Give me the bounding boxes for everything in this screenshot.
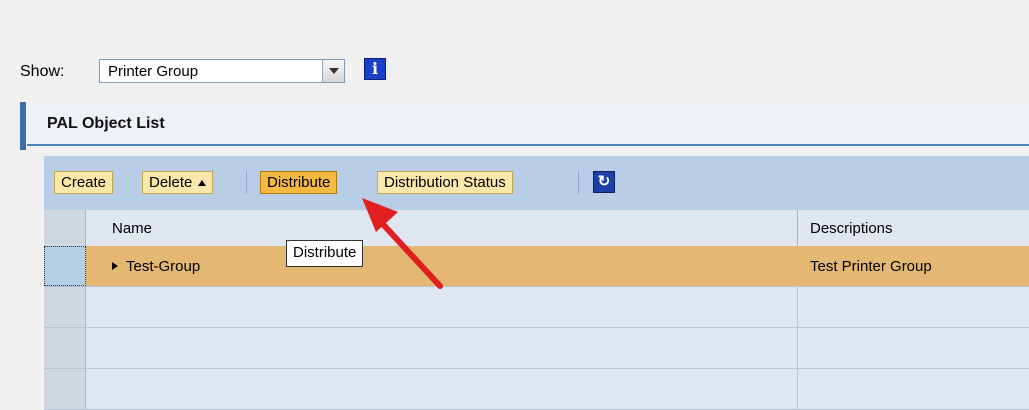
info-icon[interactable]: i xyxy=(364,58,386,80)
toolbar: Create Delete Distribute Distribution St… xyxy=(44,156,1029,210)
panel-title: PAL Object List xyxy=(47,115,165,132)
panel-accent xyxy=(20,102,26,150)
row-selector[interactable] xyxy=(44,369,86,409)
column-divider xyxy=(797,210,798,246)
row-name-cell[interactable]: Test-Group xyxy=(112,258,200,275)
column-divider xyxy=(797,369,798,410)
show-label: Show: xyxy=(20,63,65,80)
row-selector[interactable] xyxy=(44,246,86,286)
table-row[interactable] xyxy=(44,287,1029,328)
toolbar-separator xyxy=(246,171,247,194)
table-row[interactable] xyxy=(44,369,1029,410)
select-all-cell[interactable] xyxy=(44,210,86,246)
column-divider xyxy=(797,328,798,369)
create-button[interactable]: Create xyxy=(54,171,114,194)
create-button-label: Create xyxy=(61,174,107,191)
delete-button[interactable]: Delete xyxy=(142,171,214,194)
menu-triangle-icon xyxy=(198,180,207,186)
column-divider xyxy=(797,287,798,328)
column-header-descriptions[interactable]: Descriptions xyxy=(810,220,893,237)
show-select-value: Printer Group xyxy=(108,63,199,80)
chevron-down-icon[interactable] xyxy=(322,60,344,82)
row-selector[interactable] xyxy=(44,287,86,327)
table-header: Name Descriptions xyxy=(44,210,1029,247)
distribute-button[interactable]: Distribute xyxy=(260,171,338,194)
delete-button-label: Delete xyxy=(149,174,193,191)
distribute-button-label: Distribute xyxy=(267,174,331,191)
table-row[interactable] xyxy=(44,328,1029,369)
expand-icon[interactable] xyxy=(112,262,118,270)
row-selector[interactable] xyxy=(44,328,86,368)
show-select[interactable]: Printer Group xyxy=(99,59,345,83)
column-divider xyxy=(797,246,798,287)
row-description-cell: Test Printer Group xyxy=(810,258,932,275)
table-row[interactable]: Test-Group Test Printer Group xyxy=(44,246,1029,287)
annotation-arrow-icon xyxy=(362,198,443,289)
column-header-name[interactable]: Name xyxy=(112,220,152,237)
toolbar-separator xyxy=(578,171,579,194)
panel-header: PAL Object List xyxy=(27,102,1029,146)
refresh-icon[interactable]: ↻ xyxy=(593,171,615,193)
row-name-text: Test-Group xyxy=(126,258,201,275)
